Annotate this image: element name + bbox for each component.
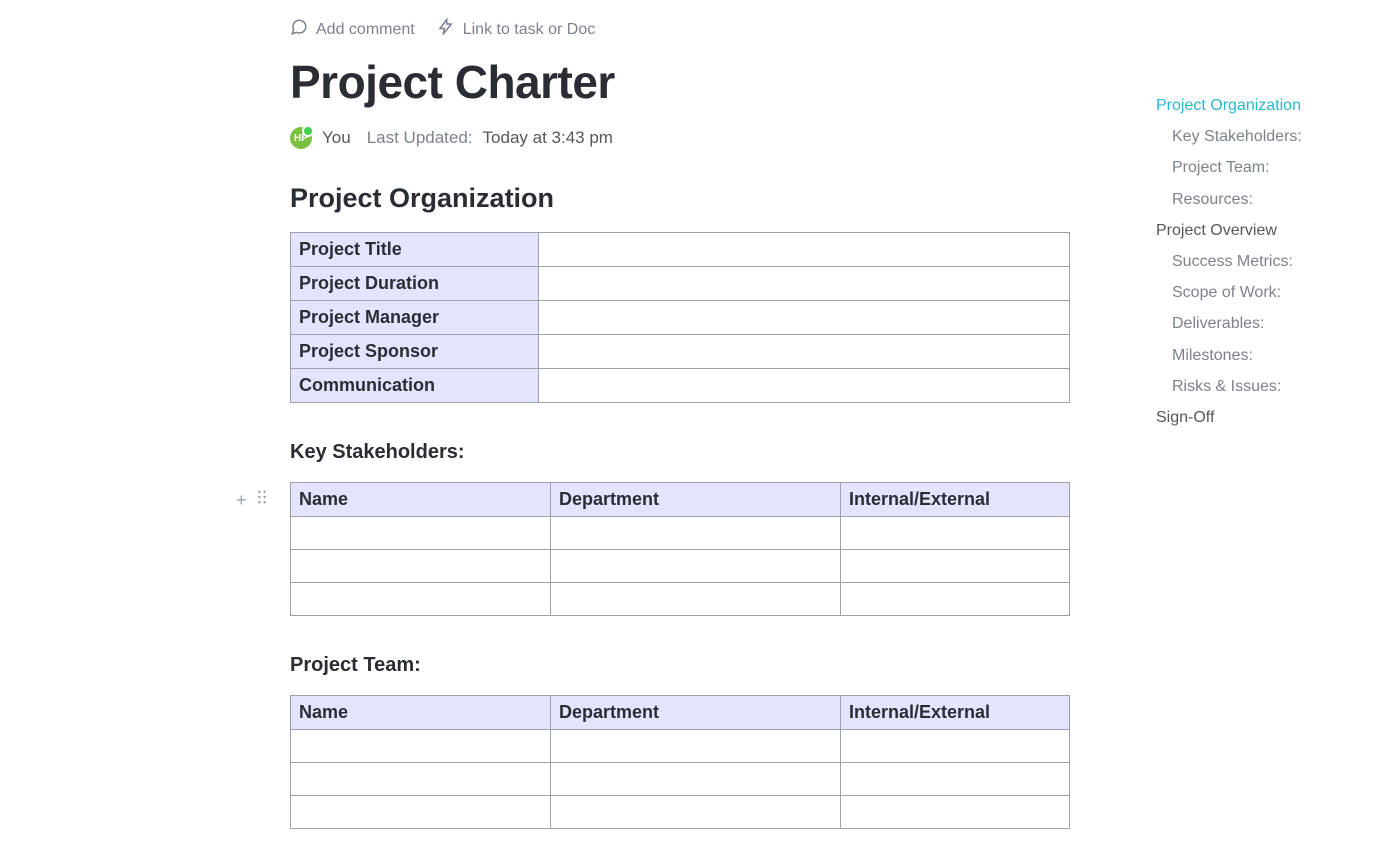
org-label-cell[interactable]: Communication [291,369,539,403]
add-comment-button[interactable]: Add comment [290,18,415,41]
table-row[interactable] [291,763,1070,796]
stakeholders-table-wrap: + Name Department Internal/External [290,482,1070,616]
org-table-wrap: Project Title Project Duration Project M… [290,232,1070,403]
link-task-button[interactable]: Link to task or Doc [437,18,596,41]
table-row[interactable]: Communication [291,369,1070,403]
col-header[interactable]: Internal/External [841,483,1070,517]
org-label-cell[interactable]: Project Duration [291,267,539,301]
col-header[interactable]: Internal/External [841,696,1070,730]
col-header[interactable]: Name [291,483,551,517]
outline-item[interactable]: Project Organization [1156,90,1366,121]
table-row[interactable]: Project Title [291,233,1070,267]
org-table[interactable]: Project Title Project Duration Project M… [290,232,1070,403]
table-row[interactable] [291,550,1070,583]
block-handles: + [236,490,269,509]
table-header-row[interactable]: Name Department Internal/External [291,696,1070,730]
table-header-row[interactable]: Name Department Internal/External [291,483,1070,517]
outline-item[interactable]: Key Stakeholders: [1156,121,1366,152]
table-row[interactable] [291,583,1070,616]
outline-item[interactable]: Scope of Work: [1156,277,1366,308]
team-table-wrap: Name Department Internal/External [290,695,1070,829]
outline-item[interactable]: Success Metrics: [1156,246,1366,277]
outline-item[interactable]: Milestones: [1156,340,1366,371]
doc-toolbar: Add comment Link to task or Doc [290,18,1070,41]
section-heading-stakeholders[interactable]: Key Stakeholders: [290,441,1070,464]
outline-item[interactable]: Deliverables: [1156,308,1366,339]
outline-item[interactable]: Sign-Off [1156,402,1366,433]
org-value-cell[interactable] [539,301,1070,335]
section-heading-organization[interactable]: Project Organization [290,183,1070,214]
org-value-cell[interactable] [539,233,1070,267]
org-value-cell[interactable] [539,267,1070,301]
page-title[interactable]: Project Charter [290,55,1070,109]
table-row[interactable] [291,517,1070,550]
col-header[interactable]: Department [551,483,841,517]
doc-meta-row: HP You Last Updated: Today at 3:43 pm [290,127,1070,149]
org-label-cell[interactable]: Project Title [291,233,539,267]
org-label-cell[interactable]: Project Sponsor [291,335,539,369]
team-table[interactable]: Name Department Internal/External [290,695,1070,829]
table-row[interactable]: Project Duration [291,267,1070,301]
org-value-cell[interactable] [539,335,1070,369]
table-row[interactable] [291,796,1070,829]
col-header[interactable]: Name [291,696,551,730]
add-comment-label: Add comment [316,21,415,39]
outline-sidebar: Project Organization Key Stakeholders: P… [1156,90,1366,433]
org-value-cell[interactable] [539,369,1070,403]
comment-icon [290,18,308,41]
stakeholders-table[interactable]: Name Department Internal/External [290,482,1070,616]
outline-item[interactable]: Project Team: [1156,152,1366,183]
meta-updated-label: Last Updated: [367,128,473,148]
outline-item[interactable]: Project Overview [1156,215,1366,246]
meta-author: You [322,128,351,148]
table-row[interactable] [291,730,1070,763]
col-header[interactable]: Department [551,696,841,730]
document-main: Add comment Link to task or Doc Project … [290,18,1070,829]
section-heading-team[interactable]: Project Team: [290,654,1070,677]
org-label-cell[interactable]: Project Manager [291,301,539,335]
table-row[interactable]: Project Sponsor [291,335,1070,369]
link-icon [437,18,455,41]
table-row[interactable]: Project Manager [291,301,1070,335]
drag-handle-icon[interactable] [255,490,269,509]
meta-updated-value: Today at 3:43 pm [483,128,613,148]
avatar[interactable]: HP [290,127,312,149]
outline-item[interactable]: Risks & Issues: [1156,371,1366,402]
outline-item[interactable]: Resources: [1156,184,1366,215]
link-task-label: Link to task or Doc [463,21,596,39]
add-block-icon[interactable]: + [236,491,247,509]
